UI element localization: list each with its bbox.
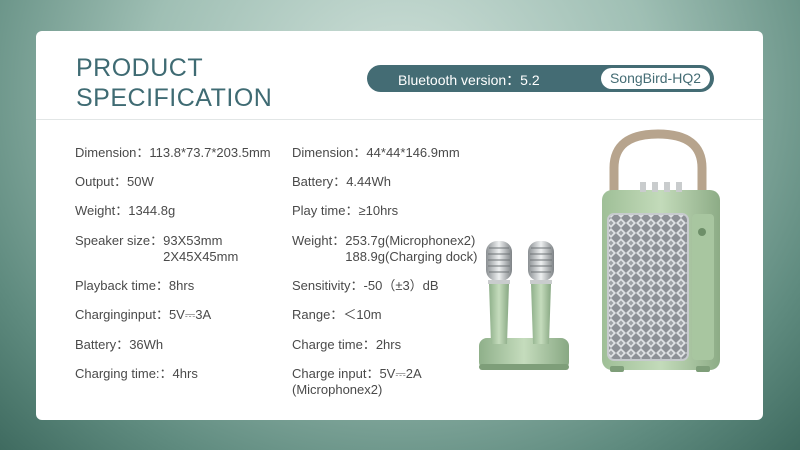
microphone-set-image bbox=[479, 241, 569, 370]
speaker-image bbox=[602, 129, 720, 372]
mic-weight: Weight： 253.7g(Microphonex2) 188.9g(Chargi… bbox=[292, 233, 478, 264]
spec-card: PRODUCT SPECIFICATION Bluetooth version：… bbox=[36, 31, 763, 420]
speaker-output: Output：50W bbox=[75, 174, 154, 189]
speaker-size: Speaker size： 93X53mm 2X45X45mm bbox=[75, 233, 239, 264]
mic-range: Range：＜10m bbox=[292, 307, 382, 322]
mic-battery: Battery：4.44Wh bbox=[292, 174, 391, 189]
speaker-dimension: Dimension：113.8*73.7*203.5mm bbox=[75, 145, 271, 160]
title-line-2: SPECIFICATION bbox=[76, 84, 273, 112]
bluetooth-version: Bluetooth version：5.2 bbox=[398, 72, 540, 88]
model-badge: SongBird-HQ2 bbox=[600, 68, 710, 89]
speaker-charging-input: Charginginput：5V⎓3A bbox=[75, 307, 212, 322]
speaker-charging-time: Charging time:：4hrs bbox=[75, 366, 198, 381]
page-title: PRODUCT SPECIFICATION bbox=[76, 53, 272, 113]
header-divider bbox=[36, 119, 763, 120]
title-line-1: PRODUCT bbox=[76, 54, 204, 82]
speaker-battery: Battery：36Wh bbox=[75, 337, 164, 352]
speaker-playback-time: Playback time：8hrs bbox=[75, 278, 195, 293]
mic-charge-time: Charge time：2hrs bbox=[292, 337, 402, 352]
speaker-weight: Weight：1344.8g bbox=[75, 203, 176, 218]
mic-play-time: Play time：≥10hrs bbox=[292, 203, 399, 218]
mic-dimension: Dimension：44*44*146.9mm bbox=[292, 145, 460, 160]
mic-charge-input: Charge input：5V⎓2A (Microphonex2) bbox=[292, 366, 422, 397]
bluetooth-banner: Bluetooth version：5.2 SongBird-HQ2 bbox=[367, 65, 714, 92]
mic-sensitivity: Sensitivity：-50（±3）dB bbox=[292, 278, 439, 293]
